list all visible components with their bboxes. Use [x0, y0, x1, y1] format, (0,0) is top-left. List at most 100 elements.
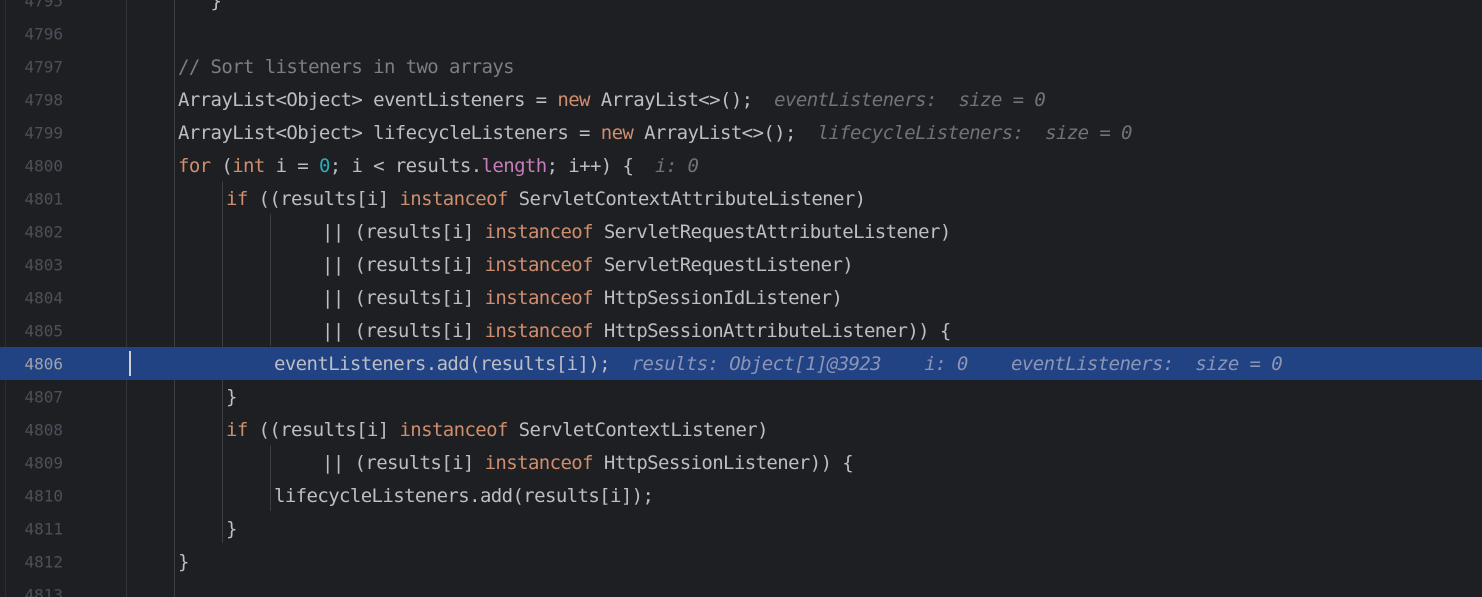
code-token: ArrayList<Object> eventListeners = [178, 88, 558, 111]
debug-inline-value: results: Object[1]@3923 i: 0 eventListen… [610, 352, 1283, 375]
code-token: || (results[i] [322, 286, 485, 309]
code-line[interactable]: 4800 for (int i = 0; i < results.length; … [0, 149, 1482, 182]
line-number[interactable]: 4804 [0, 288, 63, 307]
code-token: ((results[i] [247, 187, 400, 210]
code-line[interactable]: 4804 || (results[i] instanceof HttpSessio… [0, 281, 1482, 314]
code-token: ArrayList<>(); [589, 88, 753, 111]
code-token: ArrayList<>(); [633, 121, 796, 144]
line-number[interactable]: 4800 [0, 156, 63, 175]
text-caret [129, 351, 131, 376]
line-number[interactable]: 4808 [0, 420, 63, 439]
code-text[interactable]: } [226, 518, 237, 540]
code-line[interactable]: 4796 [0, 17, 1482, 50]
code-token: new [600, 121, 634, 144]
current-line[interactable]: 4806 eventListeners.add(results[i]); resu… [0, 347, 1482, 380]
code-line[interactable]: 4801 if ((results[i] instanceof ServletCo… [0, 182, 1482, 215]
code-token: if [226, 418, 248, 441]
code-token: ; i++) { [546, 154, 634, 177]
line-number[interactable]: 4812 [0, 552, 63, 571]
code-line[interactable]: 4795 } [0, 0, 1482, 17]
code-text[interactable]: if ((results[i] instanceof ServletContex… [226, 188, 866, 210]
line-number[interactable]: 4803 [0, 255, 63, 274]
code-line[interactable]: 4805 || (results[i] instanceof HttpSessio… [0, 314, 1482, 347]
code-token: ServletRequestListener) [592, 253, 854, 276]
code-token: for [178, 154, 211, 177]
code-line[interactable]: 4810 lifecycleListeners.add(results[i]); [0, 479, 1482, 512]
code-line[interactable]: 4798 ArrayList<Object> eventListeners = n… [0, 83, 1482, 116]
code-text[interactable]: || (results[i] instanceof ServletRequest… [322, 221, 951, 243]
code-text[interactable]: || (results[i] instanceof HttpSessionAtt… [322, 320, 951, 342]
code-line[interactable]: 4809 || (results[i] instanceof HttpSessio… [0, 446, 1482, 479]
code-line[interactable]: 4811} [0, 512, 1482, 545]
code-token: ServletRequestAttributeListener) [592, 220, 951, 243]
line-number[interactable]: 4802 [0, 222, 63, 241]
line-number[interactable]: 4813 [0, 585, 63, 597]
line-number[interactable]: 4798 [0, 90, 63, 109]
line-number[interactable]: 4795 [0, 0, 63, 10]
code-token: i = [264, 154, 319, 177]
line-number[interactable]: 4807 [0, 387, 63, 406]
code-line[interactable]: 4808 if ((results[i] instanceof ServletCo… [0, 413, 1482, 446]
code-line[interactable]: 4803 || (results[i] instanceof ServletReq… [0, 248, 1482, 281]
line-number[interactable]: 4797 [0, 57, 63, 76]
line-number[interactable]: 4806 [0, 354, 63, 373]
code-token: HttpSessionAttributeListener)) { [592, 319, 951, 342]
code-token: ; i < results. [329, 154, 482, 177]
code-line[interactable]: 4813 [0, 578, 1482, 597]
code-token: instanceof [484, 286, 594, 309]
code-token: || (results[i] [322, 220, 485, 243]
code-line[interactable]: 4807} [0, 380, 1482, 413]
line-number[interactable]: 4805 [0, 321, 63, 340]
code-text[interactable]: eventListeners.add(results[i]); results:… [274, 352, 1283, 375]
code-text[interactable]: ArrayList<Object> eventListeners = new A… [178, 88, 1046, 111]
code-text[interactable]: if ((results[i] instanceof ServletContex… [226, 418, 769, 441]
code-line[interactable]: 4812} [0, 545, 1482, 578]
line-number[interactable]: 4801 [0, 189, 63, 208]
code-token: instanceof [399, 418, 508, 441]
code-text[interactable]: lifecycleListeners.add(results[i]); [274, 484, 654, 507]
code-token: ServletContextListener) [507, 418, 769, 441]
code-token: HttpSessionIdListener) [592, 286, 843, 309]
code-token: || (results[i] [322, 253, 485, 276]
code-token: } [226, 517, 237, 540]
code-token: length [481, 154, 548, 177]
code-text[interactable]: for (int i = 0; i < results.length; i++)… [178, 154, 699, 177]
code-token: if [226, 187, 248, 210]
code-text[interactable]: } [226, 386, 237, 408]
code-token: ServletContextAttributeListener) [507, 187, 866, 210]
code-text[interactable]: } [178, 0, 222, 12]
code-text[interactable]: || (results[i] instanceof HttpSessionLis… [322, 451, 854, 474]
code-token: ((results[i] [247, 418, 400, 441]
debug-inline-value: lifecycleListeners: size = 0 [795, 121, 1133, 144]
code-text[interactable]: } [178, 551, 189, 573]
code-token: } [226, 385, 237, 408]
code-token: || (results[i] [322, 451, 485, 474]
code-token: lifecycleListeners.add(results[i]); [274, 484, 654, 507]
code-text[interactable]: ArrayList<Object> lifecycleListeners = n… [178, 122, 1132, 144]
debug-inline-value: eventListeners: size = 0 [752, 88, 1046, 111]
code-line[interactable]: 4797 // Sort listeners in two arrays [0, 50, 1482, 83]
code-token: // Sort listeners in two arrays [178, 55, 515, 78]
code-token: } [178, 550, 189, 573]
line-number[interactable]: 4810 [0, 486, 63, 505]
code-token: new [557, 88, 590, 111]
line-number[interactable]: 4811 [0, 519, 63, 538]
code-token: instanceof [484, 253, 594, 276]
code-token: eventListeners.add(results[i]); [274, 352, 611, 375]
code-token: int [232, 154, 265, 177]
line-number[interactable]: 4799 [0, 123, 63, 142]
line-number[interactable]: 4809 [0, 453, 63, 472]
line-number[interactable]: 4796 [0, 24, 63, 43]
code-text[interactable]: || (results[i] instanceof ServletRequest… [322, 253, 854, 276]
code-token: instanceof [484, 451, 594, 474]
code-line[interactable]: 4802 || (results[i] instanceof ServletReq… [0, 215, 1482, 248]
code-text[interactable]: // Sort listeners in two arrays [178, 55, 515, 78]
code-line[interactable]: 4799 ArrayList<Object> lifecycleListeners… [0, 116, 1482, 149]
code-token: instanceof [399, 187, 508, 210]
code-token: ( [210, 154, 233, 177]
code-token: } [178, 0, 222, 12]
code-editor[interactable]: 4795 } 4796 4797 // Sort listeners in two a… [0, 0, 1482, 597]
code-token: instanceof [484, 220, 594, 243]
code-token: instanceof [484, 319, 594, 342]
code-text[interactable]: || (results[i] instanceof HttpSessionIdL… [322, 286, 843, 309]
